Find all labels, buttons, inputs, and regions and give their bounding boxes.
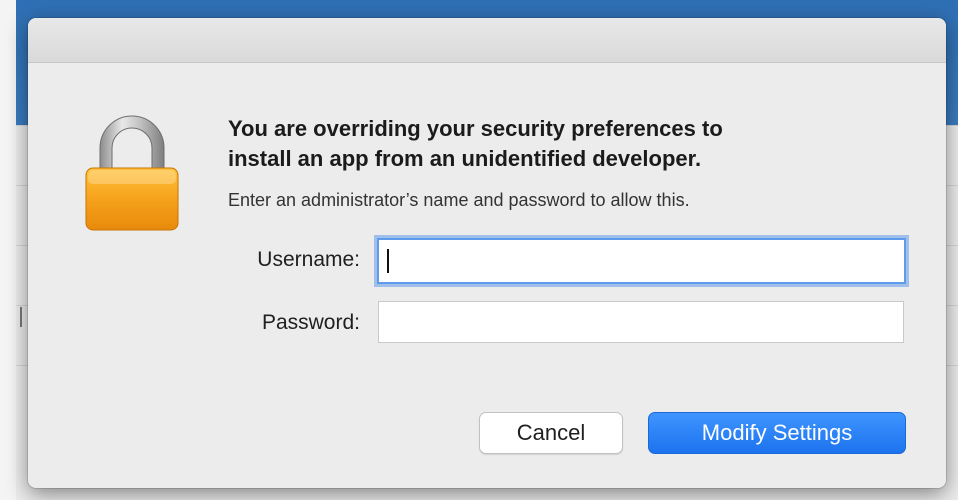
username-field[interactable] [377, 238, 906, 284]
background-marker [20, 307, 22, 327]
modify-settings-button[interactable]: Modify Settings [648, 412, 906, 454]
username-label: Username: [257, 248, 360, 271]
cancel-button[interactable]: Cancel [479, 412, 623, 454]
password-label: Password: [261, 311, 360, 334]
dialog-title-line2: install an app from an unidentified deve… [228, 146, 702, 171]
lock-icon [85, 115, 179, 231]
dialog-titlebar [28, 18, 946, 63]
password-field[interactable] [378, 301, 904, 343]
dialog-message: Enter an administrator’s name and passwo… [228, 190, 690, 210]
text-cursor [387, 249, 389, 273]
authentication-dialog: You are overriding your security prefere… [28, 18, 946, 488]
dialog-title: You are overriding your security prefere… [228, 114, 888, 174]
background-left-edge [0, 0, 16, 500]
dialog-title-line1: You are overriding your security prefere… [228, 116, 723, 141]
